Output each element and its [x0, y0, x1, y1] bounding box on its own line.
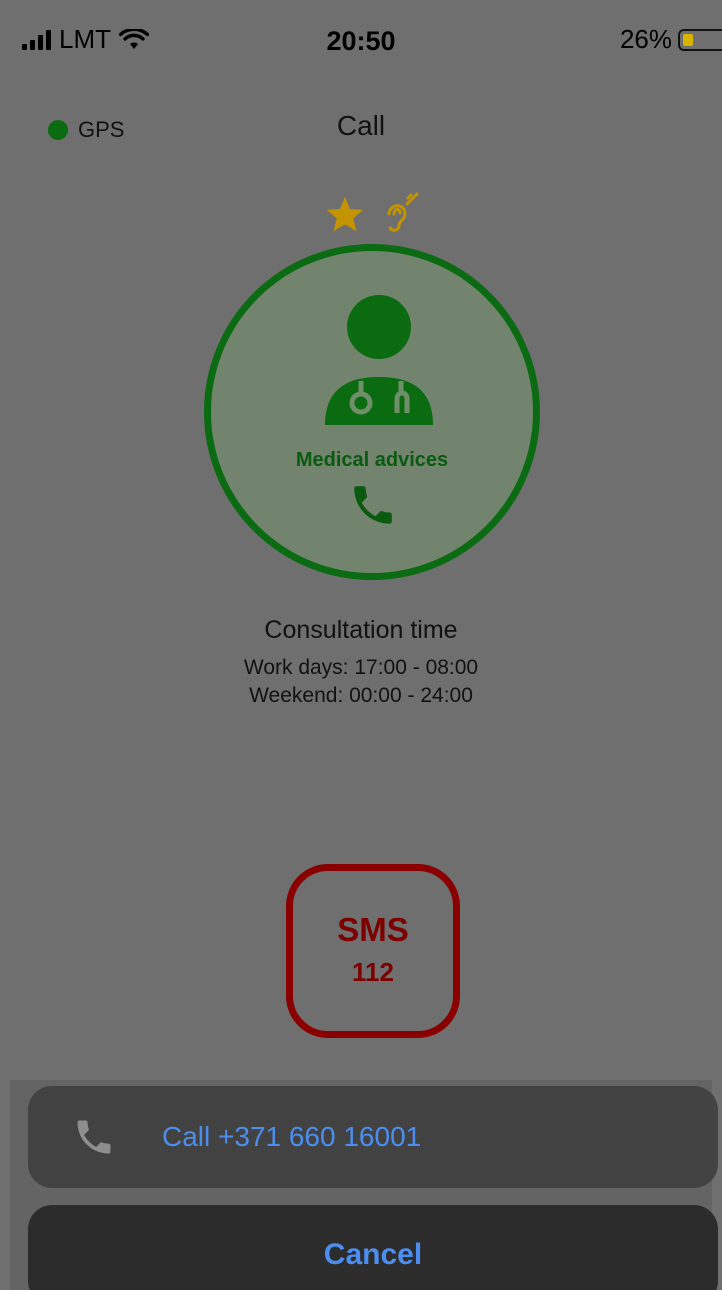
sms-label: SMS — [337, 911, 409, 948]
call-number-label: Call +371 660 16001 — [162, 1121, 422, 1152]
status-bar: LMT 20:50 26% — [0, 0, 722, 78]
star-icon[interactable] — [325, 195, 365, 233]
phone-icon — [354, 486, 392, 524]
status-right: 26% — [620, 24, 722, 55]
battery-icon — [678, 28, 722, 51]
consultation-title: Consultation time — [264, 616, 458, 644]
service-flags — [325, 192, 421, 236]
cancel-button[interactable]: Cancel — [28, 1205, 718, 1290]
page-title: Call — [336, 110, 386, 141]
sms-112-button[interactable]: SMS 112 — [286, 864, 460, 1038]
sms-number: 112 — [352, 957, 394, 987]
battery-percent: 26% — [619, 24, 672, 54]
doctor-icon — [325, 295, 433, 425]
phone-icon — [77, 1120, 111, 1154]
screen: LMT 20:50 26% GPS Call Medical advices C… — [0, 0, 722, 1290]
clock: 20:50 — [326, 26, 396, 56]
service-label: Medical advices — [295, 449, 449, 471]
call-number-option[interactable]: Call +371 660 16001 — [28, 1086, 718, 1188]
medical-advices-call-button[interactable]: Medical advices — [204, 244, 540, 580]
consultation-workdays: Work days: 17:00 - 08:00 — [243, 656, 479, 679]
consultation-weekend: Weekend: 00:00 - 24:00 — [249, 684, 473, 707]
hearing-impaired-icon — [387, 192, 419, 232]
